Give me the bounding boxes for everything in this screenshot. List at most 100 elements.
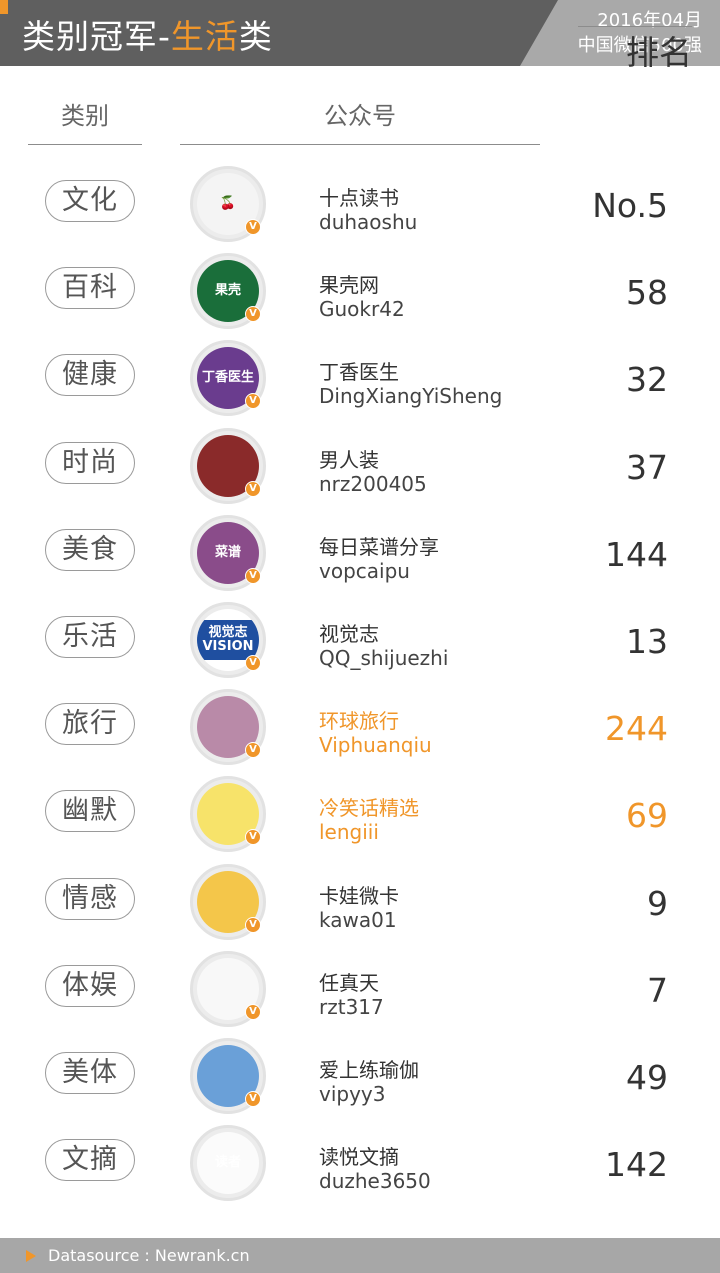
account-name: 卡娃微卡 — [319, 883, 399, 908]
account-id: QQ_shijuezhi — [319, 645, 449, 670]
avatar-label: 丁香医生 — [201, 370, 254, 386]
rank-value: 37 — [626, 447, 668, 487]
title-highlight: 生活 — [170, 17, 239, 56]
verified-icon: V — [245, 742, 261, 759]
account-id: vipyy3 — [319, 1081, 386, 1106]
account-id: duzhe3650 — [319, 1169, 431, 1194]
list-item[interactable]: 美食 菜谱 V 每日菜谱分享 vopcaipu 144 — [0, 509, 720, 596]
title-tail: 类 — [238, 17, 273, 56]
account-avatar[interactable]: 果壳 V — [190, 253, 266, 330]
rank-value: 244 — [605, 709, 668, 749]
account-name: 视觉志 — [319, 621, 379, 646]
rank-value: 58 — [626, 273, 668, 313]
header-accent-bar — [0, 0, 8, 14]
account-id: vopcaipu — [319, 558, 410, 583]
avatar-label: 菜谱 — [214, 544, 241, 560]
verified-icon: V — [245, 829, 261, 846]
list-item[interactable]: 乐活 视觉志 VISION V 视觉志 QQ_shijuezhi 13 — [0, 596, 720, 683]
column-divider-category — [28, 144, 142, 145]
list-item[interactable]: 体娱 V 任真天 rzt317 7 — [0, 945, 720, 1032]
account-name: 果壳网 — [319, 273, 379, 298]
account-avatar[interactable]: V — [190, 863, 266, 940]
account-avatar[interactable]: 🍒 V — [190, 166, 266, 242]
account-name: 读悦文摘 — [319, 1145, 399, 1170]
account-id: DingXiangYiSheng — [319, 384, 503, 409]
category-pill: 百科 — [45, 267, 135, 310]
category-pill: 时尚 — [45, 441, 135, 484]
account-name: 十点读书 — [319, 186, 399, 210]
verified-icon: V — [245, 306, 261, 323]
verified-icon: V — [245, 393, 261, 410]
column-header-account: 公众号 — [324, 102, 396, 130]
category-pill: 健康 — [45, 354, 135, 397]
title-main: 类别冠军- — [22, 17, 171, 56]
verified-icon: V — [245, 1003, 261, 1020]
account-avatar[interactable]: V — [190, 689, 266, 766]
category-pill: 文化 — [45, 180, 135, 222]
rank-value: 49 — [626, 1057, 668, 1097]
rank-value: 144 — [605, 534, 668, 574]
account-id: Guokr42 — [319, 297, 405, 322]
rank-value: 69 — [626, 796, 668, 836]
account-avatar[interactable]: V — [190, 1037, 266, 1114]
account-name: 爱上练瑜伽 — [319, 1057, 419, 1082]
avatar-label: 🍒 — [219, 196, 237, 211]
rank-value: 7 — [647, 970, 668, 1010]
account-id: nrz200405 — [319, 471, 427, 496]
play-triangle-icon — [26, 1250, 36, 1262]
column-divider-account — [180, 144, 540, 145]
account-avatar[interactable]: V — [190, 776, 266, 853]
rank-value: 32 — [626, 360, 668, 400]
category-pill: 美体 — [45, 1051, 135, 1094]
list-item[interactable]: 文化 🍒 V 十点读书 duhaoshu No.5 — [0, 160, 720, 247]
category-pill: 旅行 — [45, 703, 135, 746]
verified-icon: V — [245, 1090, 261, 1107]
avatar-label: 果壳 — [214, 283, 241, 299]
category-pill: 体娱 — [45, 964, 135, 1007]
account-name: 丁香医生 — [319, 360, 399, 385]
account-id: rzt317 — [319, 994, 384, 1019]
account-name: 男人装 — [319, 447, 379, 472]
column-header-rank: 排名 — [626, 33, 692, 72]
column-divider-rank — [578, 26, 692, 27]
category-pill: 幽默 — [45, 790, 135, 833]
verified-icon: V — [245, 567, 261, 584]
avatar-image: 读者 — [197, 1132, 259, 1195]
page-footer: Datasource : Newrank.cn — [0, 1238, 720, 1273]
ranking-list: 文化 🍒 V 十点读书 duhaoshu No.5 百科 果壳 V 果壳网 Guok… — [0, 160, 720, 1206]
rank-value: 142 — [605, 1145, 668, 1185]
avatar-label: 读者 — [214, 1155, 241, 1171]
account-name: 任真天 — [319, 970, 379, 995]
page-title: 类别冠军-生活类 — [22, 10, 273, 58]
list-item[interactable]: 情感 V 卡娃微卡 kawa01 9 — [0, 858, 720, 945]
avatar-label: 视觉志 VISION — [197, 619, 259, 660]
account-avatar[interactable]: 视觉志 VISION V — [190, 601, 266, 678]
verified-icon: V — [245, 654, 261, 671]
account-avatar[interactable]: V — [190, 427, 266, 504]
rank-value: 13 — [626, 621, 668, 661]
verified-icon: V — [245, 916, 261, 933]
category-pill: 乐活 — [45, 615, 135, 658]
rank-value: No.5 — [592, 186, 668, 225]
data-source: Datasource : Newrank.cn — [48, 1246, 250, 1265]
account-name: 冷笑话精选 — [319, 796, 419, 821]
list-item[interactable]: 文摘 读者 读悦文摘 duzhe3650 142 — [0, 1119, 720, 1206]
account-name: 每日菜谱分享 — [319, 534, 439, 559]
account-avatar[interactable]: 读者 — [190, 1125, 266, 1202]
account-avatar[interactable]: V — [190, 950, 266, 1027]
list-item[interactable]: 健康 丁香医生 V 丁香医生 DingXiangYiSheng 32 — [0, 334, 720, 421]
list-item[interactable]: 旅行 V 环球旅行 Viphuanqiu 244 — [0, 683, 720, 770]
account-id: lengiii — [319, 820, 379, 845]
account-id: kawa01 — [319, 907, 397, 932]
verified-icon: V — [245, 219, 261, 235]
account-id: Viphuanqiu — [319, 733, 432, 758]
account-name: 环球旅行 — [319, 709, 399, 734]
column-header-category: 类别 — [61, 102, 109, 130]
list-item[interactable]: 美体 V 爱上练瑜伽 vipyy3 49 — [0, 1032, 720, 1119]
list-item[interactable]: 百科 果壳 V 果壳网 Guokr42 58 — [0, 247, 720, 334]
list-item[interactable]: 幽默 V 冷笑话精选 lengiii 69 — [0, 770, 720, 857]
category-pill: 文摘 — [45, 1139, 135, 1182]
account-avatar[interactable]: 菜谱 V — [190, 514, 266, 591]
list-item[interactable]: 时尚 V 男人装 nrz200405 37 — [0, 422, 720, 509]
account-avatar[interactable]: 丁香医生 V — [190, 340, 266, 417]
